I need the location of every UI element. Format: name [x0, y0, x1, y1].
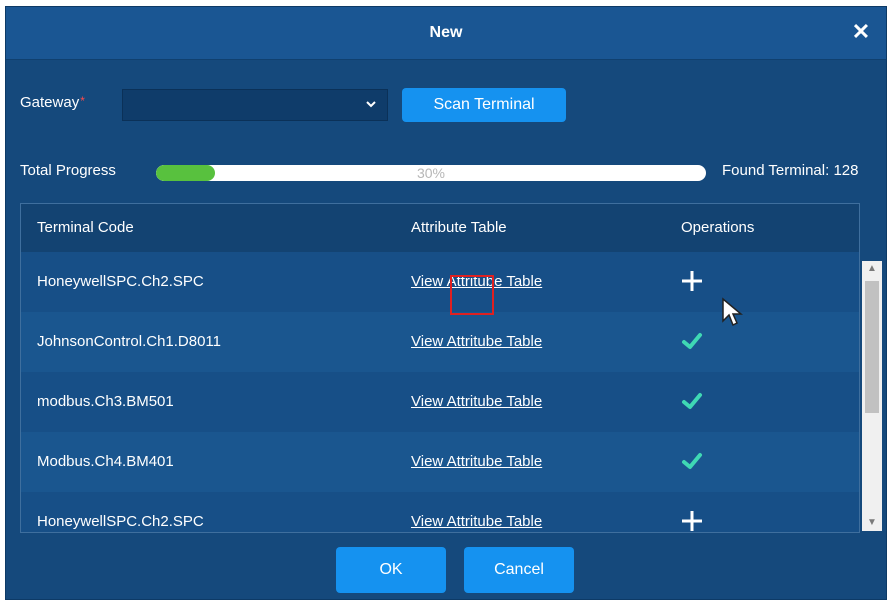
header-operations: Operations [681, 219, 755, 236]
highlight-box [450, 275, 494, 315]
gateway-select[interactable] [122, 89, 388, 121]
required-mark: * [80, 94, 85, 108]
scan-terminal-button[interactable]: Scan Terminal [402, 88, 566, 122]
terminal-code-cell: Modbus.Ch4.BM401 [37, 453, 174, 470]
check-icon [682, 393, 702, 409]
terminal-code-cell: HoneywellSPC.Ch2.SPC [37, 513, 204, 530]
view-attribute-table-link[interactable]: View Attritube Table [411, 492, 542, 532]
scrollbar-thumb[interactable] [865, 281, 879, 413]
ok-button[interactable]: OK [336, 547, 446, 593]
chevron-down-icon [366, 101, 376, 108]
add-icon[interactable] [681, 510, 703, 532]
gateway-label: Gateway* [20, 94, 85, 111]
close-icon[interactable]: ✕ [848, 19, 874, 45]
check-icon [682, 453, 702, 469]
cancel-button[interactable]: Cancel [464, 547, 574, 593]
dialog-title: New [429, 24, 463, 41]
total-progress-label: Total Progress [20, 162, 116, 179]
table-header: Terminal Code Attribute Table Operations [21, 204, 859, 252]
table-row: Modbus.Ch4.BM401 View Attritube Table [21, 432, 859, 492]
terminal-code-cell: modbus.Ch3.BM501 [37, 393, 174, 410]
total-progress-bar: 30% [156, 165, 706, 181]
progress-percent-text: 30% [416, 165, 446, 181]
terminal-code-cell: JohnsonControl.Ch1.D8011 [37, 333, 222, 350]
header-attribute-table: Attribute Table [411, 219, 507, 236]
scroll-up-icon[interactable]: ▲ [862, 261, 882, 277]
mouse-cursor-icon [722, 297, 743, 327]
terminal-code-cell: HoneywellSPC.Ch2.SPC [37, 273, 204, 290]
view-attribute-table-link[interactable]: View Attritube Table [411, 372, 542, 432]
add-icon[interactable] [681, 270, 703, 292]
header-terminal-code: Terminal Code [37, 219, 134, 236]
found-terminal-count: Found Terminal: 128 [722, 162, 859, 179]
table-body: HoneywellSPC.Ch2.SPC View Attritube Tabl… [21, 252, 859, 532]
table-row: modbus.Ch3.BM501 View Attritube Table [21, 372, 859, 432]
table-scrollbar[interactable]: ▲ ▼ [862, 261, 882, 531]
view-attribute-table-link[interactable]: View Attritube Table [411, 312, 542, 372]
new-dialog: New ✕ Gateway* Scan Terminal Total Progr… [6, 7, 886, 599]
dialog-titlebar: New ✕ [6, 7, 886, 60]
terminal-table: Terminal Code Attribute Table Operations… [20, 203, 860, 533]
scroll-down-icon[interactable]: ▼ [862, 515, 882, 531]
table-row: HoneywellSPC.Ch2.SPC View Attritube Tabl… [21, 492, 859, 532]
gateway-label-text: Gateway [20, 94, 80, 111]
check-icon [682, 333, 702, 349]
view-attribute-table-link[interactable]: View Attritube Table [411, 432, 542, 492]
